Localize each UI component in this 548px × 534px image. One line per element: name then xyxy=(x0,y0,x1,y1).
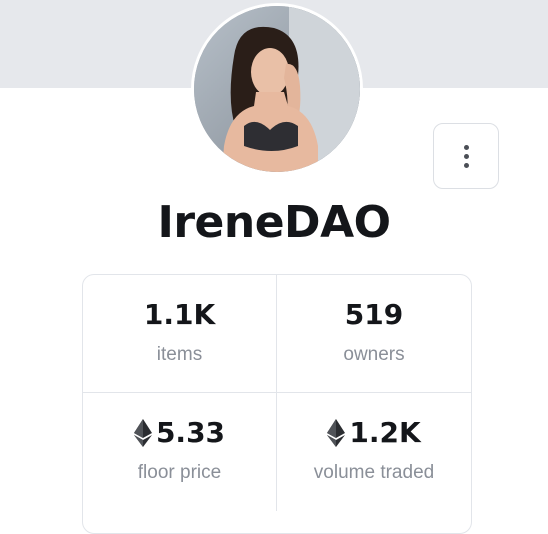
stat-items: 1.1K items xyxy=(83,275,277,393)
collection-title: IreneDAO xyxy=(157,197,391,248)
stat-value-text: 1.2K xyxy=(349,416,421,449)
stat-value: 1.1K xyxy=(144,297,215,333)
avatar[interactable] xyxy=(191,3,363,175)
ethereum-icon xyxy=(327,419,346,447)
stat-label: volume traded xyxy=(313,462,435,483)
stat-value: 519 xyxy=(345,297,403,333)
stat-label: items xyxy=(156,344,203,365)
stat-value: 1.2K xyxy=(327,415,421,451)
stat-volume-traded: 1.2K volume traded xyxy=(277,393,471,511)
stat-value-text: 519 xyxy=(344,298,404,331)
avatar-photo xyxy=(194,6,360,172)
stats-grid: 1.1K items 519 owners 5.33 floor price 1… xyxy=(82,274,472,534)
stat-value-text: 5.33 xyxy=(155,416,226,449)
stat-floor-price: 5.33 floor price xyxy=(83,393,277,511)
stat-label: floor price xyxy=(137,462,222,483)
stat-owners: 519 owners xyxy=(277,275,471,393)
more-vertical-icon xyxy=(463,144,469,168)
more-options-button[interactable] xyxy=(433,123,499,189)
stat-value-text: 1.1K xyxy=(143,298,216,331)
stat-value: 5.33 xyxy=(133,415,226,451)
stat-label: owners xyxy=(343,344,405,365)
ethereum-icon xyxy=(133,419,152,447)
